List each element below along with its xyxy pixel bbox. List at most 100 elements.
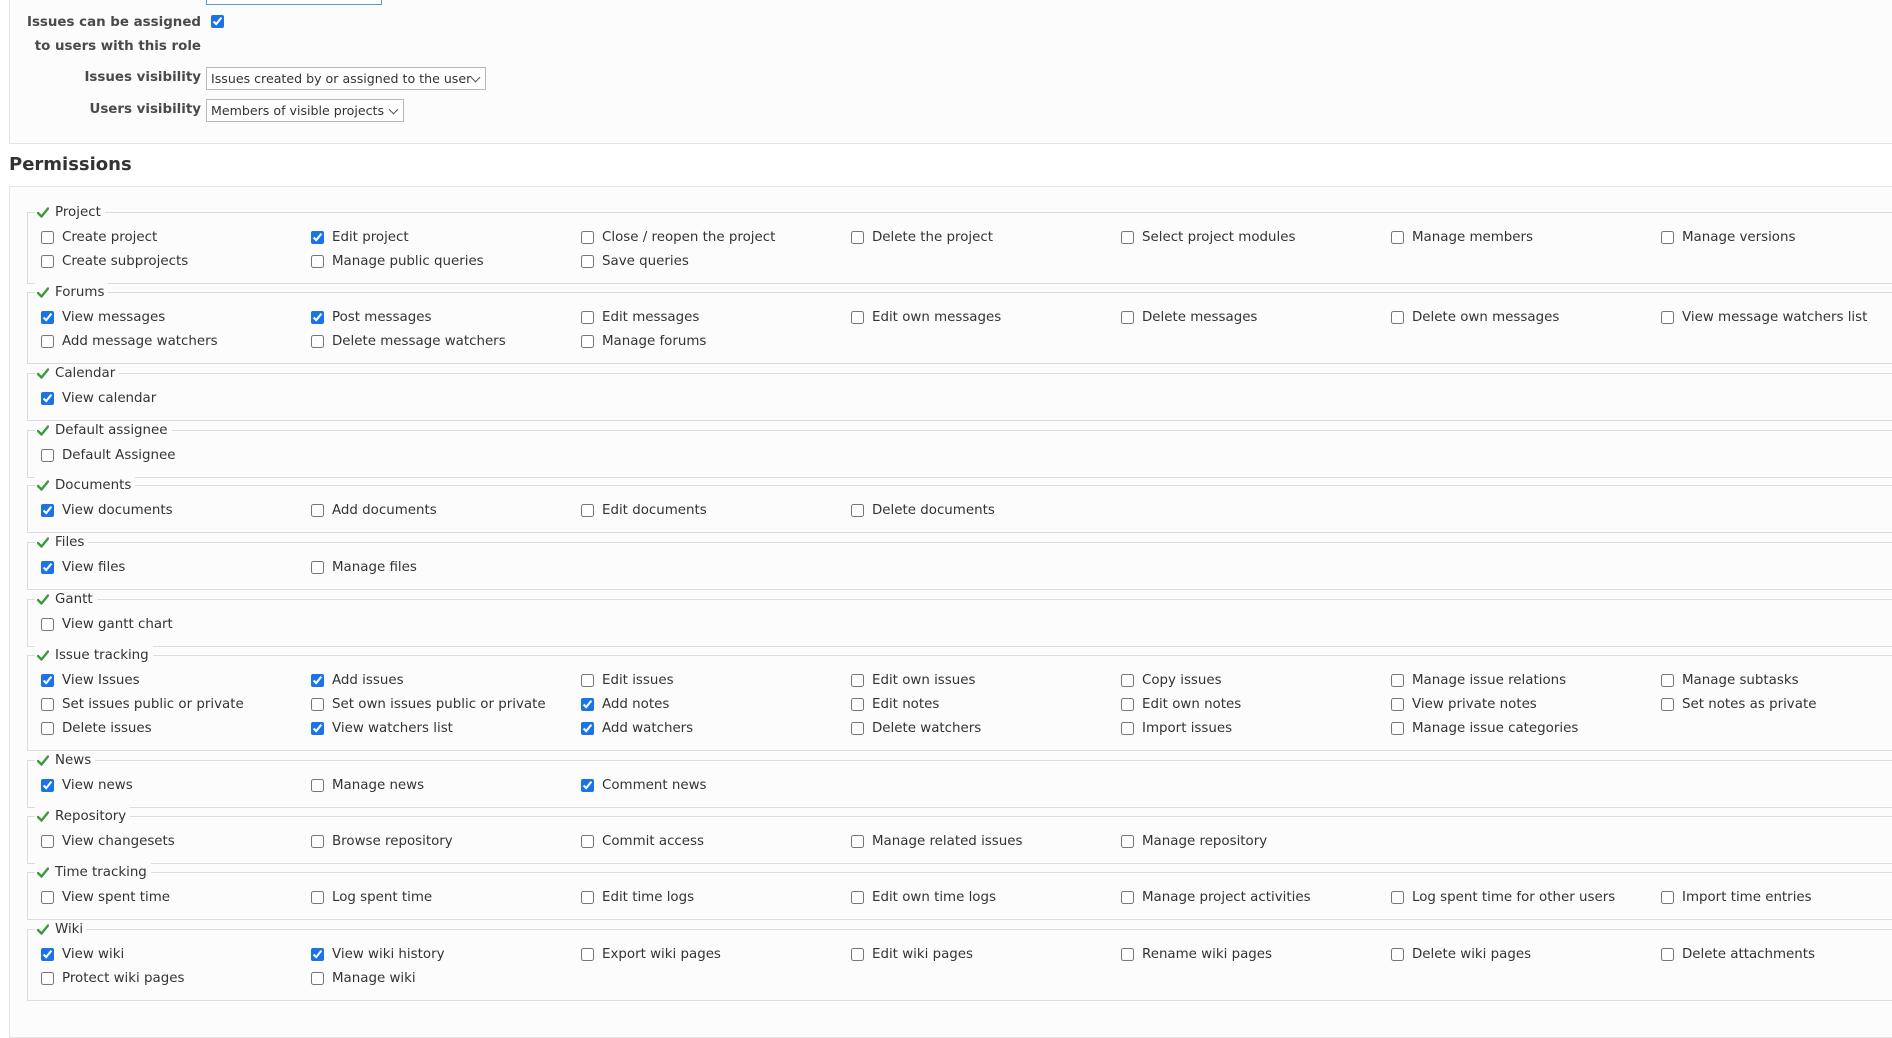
permission-checkbox[interactable] xyxy=(581,698,594,711)
permission-item[interactable]: Set own issues public or private xyxy=(311,697,546,712)
permission-checkbox[interactable] xyxy=(851,504,864,517)
permission-item[interactable]: View calendar xyxy=(41,391,156,406)
permission-checkbox[interactable] xyxy=(581,231,594,244)
permission-checkbox[interactable] xyxy=(581,674,594,687)
permission-checkbox[interactable] xyxy=(1121,948,1134,961)
permission-item[interactable]: View news xyxy=(41,778,133,793)
permission-item[interactable]: Add documents xyxy=(311,503,437,518)
permission-checkbox[interactable] xyxy=(1391,231,1404,244)
permission-checkbox[interactable] xyxy=(311,674,324,687)
permission-checkbox[interactable] xyxy=(581,835,594,848)
permission-item[interactable]: Post messages xyxy=(311,310,431,325)
permission-item[interactable]: Import issues xyxy=(1121,721,1232,736)
permission-item[interactable]: Delete message watchers xyxy=(311,334,506,349)
permission-checkbox[interactable] xyxy=(1661,891,1674,904)
permission-item[interactable]: Manage repository xyxy=(1121,834,1267,849)
permission-checkbox[interactable] xyxy=(1121,835,1134,848)
permission-item[interactable]: Set notes as private xyxy=(1661,697,1816,712)
permission-checkbox[interactable] xyxy=(41,561,54,574)
permission-checkbox[interactable] xyxy=(1391,674,1404,687)
permission-item[interactable]: Edit own issues xyxy=(851,673,975,688)
permission-checkbox[interactable] xyxy=(41,698,54,711)
check-icon[interactable] xyxy=(37,424,49,436)
permission-checkbox[interactable] xyxy=(311,504,324,517)
permission-item[interactable]: Edit messages xyxy=(581,310,699,325)
permission-checkbox[interactable] xyxy=(311,231,324,244)
module-toggle[interactable]: Time tracking xyxy=(35,863,151,881)
permission-checkbox[interactable] xyxy=(581,948,594,961)
permission-checkbox[interactable] xyxy=(41,948,54,961)
permission-checkbox[interactable] xyxy=(851,698,864,711)
permission-checkbox[interactable] xyxy=(311,722,324,735)
permission-item[interactable]: Edit own time logs xyxy=(851,890,996,905)
permission-checkbox[interactable] xyxy=(851,311,864,324)
permission-checkbox[interactable] xyxy=(311,255,324,268)
check-icon[interactable] xyxy=(37,206,49,218)
permission-checkbox[interactable] xyxy=(851,835,864,848)
permission-checkbox[interactable] xyxy=(41,722,54,735)
permission-item[interactable]: View wiki history xyxy=(311,947,445,962)
permission-item[interactable]: View spent time xyxy=(41,890,170,905)
permission-item[interactable]: Export wiki pages xyxy=(581,947,721,962)
permission-item[interactable]: Delete issues xyxy=(41,721,152,736)
check-icon[interactable] xyxy=(37,810,49,822)
permission-checkbox[interactable] xyxy=(1391,891,1404,904)
permission-checkbox[interactable] xyxy=(311,972,324,985)
permission-checkbox[interactable] xyxy=(1121,231,1134,244)
module-toggle[interactable]: Wiki xyxy=(35,920,88,938)
permission-item[interactable]: View private notes xyxy=(1391,697,1537,712)
permission-checkbox[interactable] xyxy=(1661,311,1674,324)
module-toggle[interactable]: Gantt xyxy=(35,590,97,608)
permission-item[interactable]: View documents xyxy=(41,503,173,518)
permission-checkbox[interactable] xyxy=(1661,698,1674,711)
permission-item[interactable]: Import time entries xyxy=(1661,890,1812,905)
permission-item[interactable]: Manage public queries xyxy=(311,254,484,269)
permission-checkbox[interactable] xyxy=(311,698,324,711)
permission-checkbox[interactable] xyxy=(581,311,594,324)
module-toggle[interactable]: Files xyxy=(35,533,89,551)
permission-item[interactable]: View files xyxy=(41,560,125,575)
check-icon[interactable] xyxy=(37,866,49,878)
assignable-checkbox[interactable] xyxy=(211,15,224,28)
permission-item[interactable]: Select project modules xyxy=(1121,230,1295,245)
module-toggle[interactable]: Forums xyxy=(35,283,109,301)
permission-checkbox[interactable] xyxy=(311,335,324,348)
permission-checkbox[interactable] xyxy=(1661,674,1674,687)
permission-item[interactable]: Add notes xyxy=(581,697,669,712)
permission-checkbox[interactable] xyxy=(41,311,54,324)
permission-item[interactable]: Edit notes xyxy=(851,697,939,712)
permission-item[interactable]: Copy issues xyxy=(1121,673,1222,688)
permission-item[interactable]: Edit time logs xyxy=(581,890,694,905)
permission-checkbox[interactable] xyxy=(41,504,54,517)
permission-checkbox[interactable] xyxy=(1121,722,1134,735)
permission-item[interactable]: Edit wiki pages xyxy=(851,947,973,962)
check-icon[interactable] xyxy=(37,593,49,605)
permission-item[interactable]: Edit project xyxy=(311,230,409,245)
permission-item[interactable]: View messages xyxy=(41,310,165,325)
permission-checkbox[interactable] xyxy=(311,948,324,961)
permission-checkbox[interactable] xyxy=(311,561,324,574)
permission-item[interactable]: Edit own notes xyxy=(1121,697,1241,712)
permission-checkbox[interactable] xyxy=(41,779,54,792)
permission-item[interactable]: Manage versions xyxy=(1661,230,1795,245)
permission-checkbox[interactable] xyxy=(1121,311,1134,324)
permission-item[interactable]: Browse repository xyxy=(311,834,453,849)
permission-checkbox[interactable] xyxy=(851,231,864,244)
permission-item[interactable]: Close / reopen the project xyxy=(581,230,775,245)
permission-item[interactable]: Delete watchers xyxy=(851,721,981,736)
check-icon[interactable] xyxy=(37,479,49,491)
permission-checkbox[interactable] xyxy=(41,392,54,405)
permission-item[interactable]: Add message watchers xyxy=(41,334,218,349)
permission-item[interactable]: Protect wiki pages xyxy=(41,971,184,986)
permission-item[interactable]: Manage forums xyxy=(581,334,706,349)
check-icon[interactable] xyxy=(37,923,49,935)
permission-item[interactable]: Rename wiki pages xyxy=(1121,947,1272,962)
permission-item[interactable]: Edit own messages xyxy=(851,310,1001,325)
check-icon[interactable] xyxy=(37,754,49,766)
permission-item[interactable]: View watchers list xyxy=(311,721,453,736)
permission-checkbox[interactable] xyxy=(1121,698,1134,711)
permission-item[interactable]: Delete own messages xyxy=(1391,310,1559,325)
permission-checkbox[interactable] xyxy=(581,779,594,792)
check-icon[interactable] xyxy=(37,536,49,548)
permission-checkbox[interactable] xyxy=(41,335,54,348)
